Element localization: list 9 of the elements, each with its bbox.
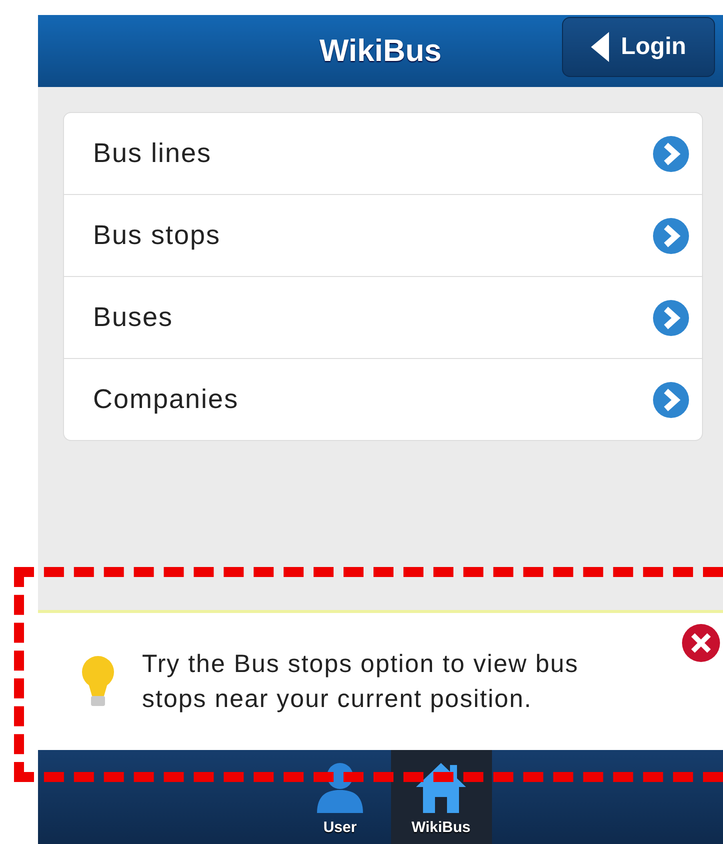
menu-item[interactable]: Bus stops xyxy=(64,194,702,276)
tab[interactable]: WikiBus xyxy=(390,750,492,844)
menu-item[interactable]: Bus lines xyxy=(64,113,702,194)
menu-item[interactable]: Companies xyxy=(64,358,702,440)
tip-text: Try the Bus stops option to view bus stops near your current position. xyxy=(142,648,580,714)
tab[interactable]: User xyxy=(290,750,390,844)
app-title: WikiBus xyxy=(319,33,442,69)
menu-item[interactable]: Buses xyxy=(64,276,702,358)
login-button[interactable]: Login xyxy=(562,17,715,77)
